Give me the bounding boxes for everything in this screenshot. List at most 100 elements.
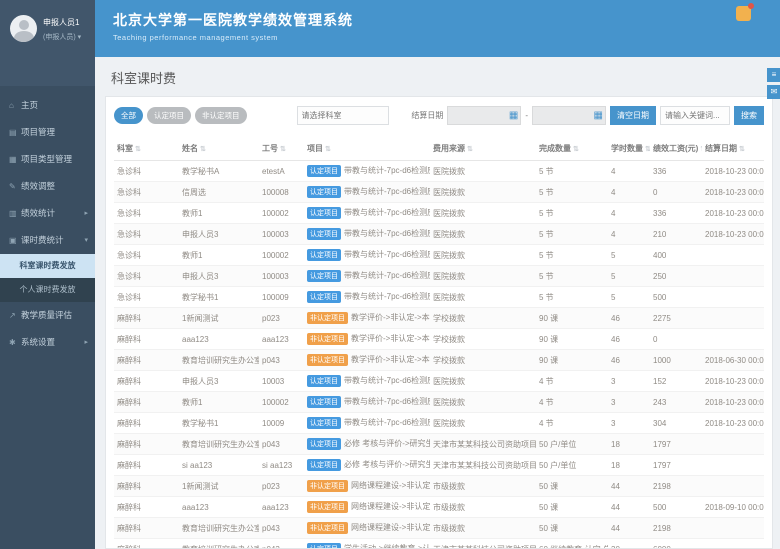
- date-start-input[interactable]: ▦: [447, 106, 521, 125]
- main-area: 北京大学第一医院教学绩效管理系统 Teaching performance ma…: [95, 0, 780, 549]
- cell-id: p043: [259, 539, 304, 549]
- cell-name: 教育培训研究生办公室A: [179, 434, 259, 455]
- cell-dept: 急诊科: [114, 266, 179, 287]
- cell-name: 教育培训研究生办公室A: [179, 539, 259, 549]
- sort-icon[interactable]: ⇅: [135, 146, 141, 153]
- sidebar-subitem-dept-fee[interactable]: 科室课时费发放: [0, 254, 95, 278]
- cell-salary: 0: [650, 182, 702, 203]
- cell-project: 非认定项目教学评价->非认定->本科->无接受人: [304, 350, 430, 371]
- cell-source: 医院拨款: [430, 245, 536, 266]
- cell-dept: 麻醉科: [114, 518, 179, 539]
- cell-salary: 500: [650, 497, 702, 518]
- project-badge: 认定项目: [307, 459, 341, 471]
- project-badge: 非认定项目: [307, 522, 348, 534]
- page-title: 科室课时费: [111, 68, 780, 87]
- cell-date: 2018-10-23 00:00:00: [702, 413, 764, 434]
- calendar-icon[interactable]: ▦: [594, 109, 603, 123]
- cell-hours: 4: [608, 182, 650, 203]
- sort-icon[interactable]: ⇅: [200, 146, 206, 153]
- cell-id: 100009: [259, 287, 304, 308]
- cell-salary: 2275: [650, 308, 702, 329]
- sidebar-subitem-personal-fee[interactable]: 个人课时费发放: [0, 278, 95, 302]
- calendar-icon[interactable]: ▦: [509, 109, 518, 123]
- mail-float-button[interactable]: ✉: [767, 85, 780, 99]
- cell-dept: 麻醉科: [114, 497, 179, 518]
- notification-icon[interactable]: [736, 6, 751, 21]
- filter-certified-button[interactable]: 认定项目: [147, 107, 191, 124]
- column-header: 结算日期⇅: [702, 137, 764, 161]
- cell-project: 认定项目必修 考核与评价->研究生->认定->教师: [304, 455, 430, 476]
- sidebar-item-system-settings[interactable]: ✱系统设置▸: [0, 329, 95, 356]
- cell-dept: 麻醉科: [114, 455, 179, 476]
- cell-date: [702, 308, 764, 329]
- sort-icon[interactable]: ⇅: [700, 146, 702, 153]
- sort-icon[interactable]: ⇅: [739, 146, 745, 153]
- keyword-input[interactable]: [660, 106, 730, 125]
- cell-name: 1新闻测试: [179, 308, 259, 329]
- cell-hours: 5: [608, 245, 650, 266]
- cell-date: 2018-06-30 00:00:00: [702, 350, 764, 371]
- cell-dept: 急诊科: [114, 161, 179, 182]
- cell-hours: 46: [608, 329, 650, 350]
- table-row: 麻醉科1新闻测试p023非认定项目教学评价->非认定->本科->无接受人学校拨款…: [114, 308, 764, 329]
- cell-quantity: 90 课: [536, 350, 608, 371]
- cell-project: 认定项目必修 考核与评价->研究生->认定->教师: [304, 434, 430, 455]
- filter-all-button[interactable]: 全部: [114, 107, 143, 124]
- sort-icon[interactable]: ⇅: [280, 146, 286, 153]
- column-header: 姓名⇅: [179, 137, 259, 161]
- cell-hours: 44: [608, 497, 650, 518]
- filter-uncertified-button[interactable]: 非认定项目: [195, 107, 247, 124]
- quality-icon: ↗: [9, 302, 21, 329]
- cell-dept: 急诊科: [114, 287, 179, 308]
- cell-salary: 210: [650, 224, 702, 245]
- sidebar-item-quality-eval[interactable]: ↗教学质量评估: [0, 302, 95, 329]
- chevron-right-icon: ▸: [84, 200, 88, 227]
- cell-salary: 1797: [650, 455, 702, 476]
- cell-source: 学校拨款: [430, 329, 536, 350]
- sort-icon[interactable]: ⇅: [645, 146, 650, 153]
- table-row: 麻醉科申报人员310003认定项目带教与统计-7pc-d6检测应医院拨款4 节3…: [114, 371, 764, 392]
- sort-icon[interactable]: ⇅: [325, 146, 331, 153]
- table-row: 急诊科教学秘书AetestA认定项目带教与统计-7pc-d6检测应医院拨款5 节…: [114, 161, 764, 182]
- adjust-icon: ✎: [9, 173, 21, 200]
- cell-dept: 麻醉科: [114, 308, 179, 329]
- cell-date: [702, 287, 764, 308]
- table-row: 急诊科申报人员3100003认定项目带教与统计-7pc-d6检测应医院拨款5 节…: [114, 266, 764, 287]
- table-row: 急诊科申报人员3100003认定项目带教与统计-7pc-d6检测应医院拨款5 节…: [114, 224, 764, 245]
- department-input[interactable]: [297, 106, 389, 125]
- home-icon: ⌂: [9, 92, 21, 119]
- cell-source: 市级拨款: [430, 476, 536, 497]
- table-row: 麻醉科教学秘书110009认定项目带教与统计-7pc-d6检测应医院拨款4 节3…: [114, 413, 764, 434]
- project-badge: 认定项目: [307, 228, 341, 240]
- fee-table: 科室⇅姓名⇅工号⇅项目⇅费用来源⇅完成数量⇅学时数量⇅绩效工资(元)⇅结算日期⇅…: [114, 137, 764, 549]
- clear-date-button[interactable]: 清空日期: [610, 106, 656, 125]
- cell-date: [702, 539, 764, 549]
- cell-id: p043: [259, 434, 304, 455]
- cell-date: [702, 245, 764, 266]
- cell-hours: 3: [608, 371, 650, 392]
- column-header: 项目⇅: [304, 137, 430, 161]
- sidebar-item-project-mgmt[interactable]: ▤项目管理: [0, 119, 95, 146]
- table-row: 急诊科信周选100008认定项目带教与统计-7pc-d6检测应医院拨款5 节40…: [114, 182, 764, 203]
- sort-icon[interactable]: ⇅: [467, 146, 473, 153]
- date-end-input[interactable]: ▦: [532, 106, 606, 125]
- cell-project: 非认定项目教学评价->非认定->本科->无接受人: [304, 308, 430, 329]
- cell-quantity: 90 课: [536, 308, 608, 329]
- sidebar-item-project-type-mgmt[interactable]: ▦项目类型管理: [0, 146, 95, 173]
- sidebar-item-perf-stats[interactable]: ▥绩效统计▸: [0, 200, 95, 227]
- menu-float-button[interactable]: ≡: [767, 68, 780, 82]
- sidebar-item-home[interactable]: ⌂主页: [0, 92, 95, 119]
- sort-icon[interactable]: ⇅: [573, 146, 579, 153]
- cell-source: 医院拨款: [430, 371, 536, 392]
- cell-hours: 44: [608, 476, 650, 497]
- cell-date: 2018-09-10 00:00:00: [702, 497, 764, 518]
- cell-date: [702, 434, 764, 455]
- sidebar-item-perf-adjust[interactable]: ✎绩效调整: [0, 173, 95, 200]
- cell-salary: 400: [650, 245, 702, 266]
- date-separator: -: [525, 111, 528, 120]
- search-button[interactable]: 搜索: [734, 106, 764, 125]
- column-header: 学时数量⇅: [608, 137, 650, 161]
- sidebar-item-fee-stats[interactable]: ▣课时费统计▾: [0, 227, 95, 254]
- cell-salary: 336: [650, 203, 702, 224]
- user-role-dropdown[interactable]: (申报人员) ▾: [43, 32, 89, 42]
